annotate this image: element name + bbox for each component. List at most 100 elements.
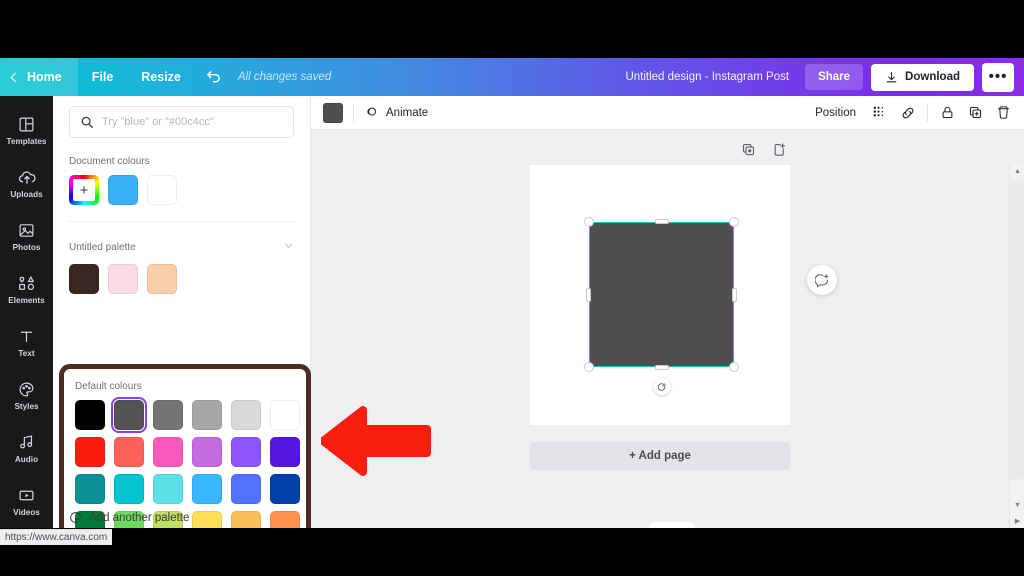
default-colour-swatch[interactable] — [153, 437, 183, 467]
resize-handle-bottom[interactable] — [654, 365, 669, 370]
add-colour-button[interactable]: + — [69, 175, 99, 205]
default-colour-swatch[interactable] — [231, 400, 261, 430]
text-icon — [17, 327, 36, 346]
resize-handle-top[interactable] — [654, 219, 669, 224]
add-comment-button[interactable] — [807, 265, 837, 295]
resize-handle-top-left[interactable] — [584, 217, 594, 227]
default-colour-swatch[interactable] — [192, 511, 222, 528]
sidebar-item-label: Photos — [12, 243, 41, 252]
add-another-palette-label: Add another palette — [89, 511, 190, 524]
default-colour-swatch[interactable] — [192, 437, 222, 467]
download-icon — [886, 71, 897, 82]
sidebar-item-label: Templates — [6, 137, 47, 146]
default-colour-swatch[interactable] — [270, 437, 300, 467]
chevron-down-icon[interactable] — [283, 238, 294, 256]
sidebar-item-templates[interactable]: Templates — [0, 104, 53, 157]
resize-handle-left[interactable] — [586, 287, 591, 302]
rotate-icon — [657, 382, 666, 391]
sidebar-item-text[interactable]: Text — [0, 316, 53, 369]
more-options-button[interactable]: ••• — [982, 62, 1014, 92]
default-colour-swatch[interactable] — [192, 474, 222, 504]
default-colour-swatch[interactable] — [231, 511, 261, 528]
sidebar-item-audio[interactable]: Audio — [0, 422, 53, 475]
document-colour-swatch[interactable] — [108, 175, 138, 205]
file-menu[interactable]: File — [78, 58, 128, 96]
search-area: Try "blue" or "#00c4cc" — [53, 106, 310, 138]
rotate-handle[interactable] — [653, 378, 670, 395]
sidebar-item-uploads[interactable]: Uploads — [0, 157, 53, 210]
photos-icon — [17, 221, 36, 240]
sidebar-item-photos[interactable]: Photos — [0, 210, 53, 263]
home-button[interactable]: Home — [0, 58, 78, 96]
add-colour-label: + — [73, 179, 95, 201]
design-page[interactable] — [530, 165, 790, 425]
scrollbar-thumb[interactable] — [1011, 179, 1024, 479]
download-button[interactable]: Download — [871, 63, 974, 91]
chevron-left-icon — [10, 72, 21, 82]
save-status-label: All changes saved — [237, 71, 332, 83]
add-comment-icon — [814, 273, 828, 287]
trash-icon[interactable] — [995, 104, 1012, 121]
search-input[interactable]: Try "blue" or "#00c4cc" — [69, 106, 294, 138]
default-colour-swatch[interactable] — [153, 474, 183, 504]
resize-handle-bottom-right[interactable] — [729, 362, 739, 372]
resize-handle-right[interactable] — [732, 287, 737, 302]
editor-area: Animate Position + Add page ▲ ▼ ▶ — [311, 96, 1024, 528]
uploads-icon — [17, 168, 36, 187]
canvas-toolbar-right: Position — [815, 103, 1012, 122]
duplicate-icon[interactable] — [967, 104, 984, 121]
share-button[interactable]: Share — [805, 64, 864, 90]
add-another-palette-button[interactable]: Add another palette — [69, 511, 189, 524]
default-colour-swatch[interactable] — [231, 437, 261, 467]
add-page-icon[interactable] — [772, 142, 787, 157]
sidebar-item-label: Uploads — [10, 190, 43, 199]
default-colour-swatch[interactable] — [192, 400, 222, 430]
default-colour-swatch[interactable] — [75, 474, 105, 504]
styles-icon — [17, 380, 36, 399]
default-colour-swatch[interactable] — [270, 400, 300, 430]
scroll-up-arrow[interactable]: ▲ — [1010, 164, 1024, 179]
default-colour-swatch[interactable] — [75, 400, 105, 430]
default-colour-swatch[interactable] — [153, 400, 183, 430]
position-button[interactable]: Position — [815, 107, 860, 119]
duplicate-page-icon[interactable] — [741, 142, 756, 157]
sidebar-item-videos[interactable]: Videos — [0, 475, 53, 528]
sidebar-item-elements[interactable]: Elements — [0, 263, 53, 316]
canvas-vertical-scrollbar[interactable]: ▲ ▼ ▶ — [1009, 164, 1024, 528]
link-icon[interactable] — [899, 104, 916, 121]
panel-collapse-handle[interactable] — [648, 522, 696, 528]
download-button-label: Download — [905, 71, 960, 83]
default-colour-swatch-selected[interactable] — [111, 397, 147, 433]
animate-button[interactable]: Animate — [364, 105, 428, 120]
audio-icon — [17, 433, 36, 452]
default-colour-swatch[interactable] — [231, 474, 261, 504]
resize-button[interactable]: Resize — [127, 58, 195, 96]
default-colour-swatch[interactable] — [270, 511, 300, 528]
default-colour-swatch[interactable] — [270, 474, 300, 504]
sidebar-item-label: Videos — [13, 508, 40, 517]
lock-icon[interactable] — [939, 104, 956, 121]
search-placeholder: Try "blue" or "#00c4cc" — [102, 116, 214, 128]
palette-plus-icon — [70, 512, 81, 523]
palette-colour-swatch[interactable] — [69, 264, 99, 294]
default-colour-swatch[interactable] — [75, 437, 105, 467]
videos-icon — [17, 486, 36, 505]
palette-colour-swatch[interactable] — [147, 264, 177, 294]
resize-handle-top-right[interactable] — [729, 217, 739, 227]
default-colour-swatch[interactable] — [114, 437, 144, 467]
sidebar-item-label: Audio — [14, 455, 39, 464]
sidebar-item-styles[interactable]: Styles — [0, 369, 53, 422]
add-page-button[interactable]: + Add page — [530, 442, 790, 470]
undo-icon[interactable] — [195, 69, 232, 86]
scroll-right-arrow[interactable]: ▶ — [1010, 513, 1024, 528]
transparency-icon[interactable] — [871, 104, 888, 121]
resize-handle-bottom-left[interactable] — [584, 362, 594, 372]
default-colour-swatch[interactable] — [114, 474, 144, 504]
object-colour-button[interactable] — [323, 102, 343, 123]
selected-rectangle[interactable] — [584, 217, 739, 395]
document-colour-swatch[interactable] — [147, 175, 177, 205]
scroll-down-arrow[interactable]: ▼ — [1010, 498, 1024, 513]
palette-colour-swatch[interactable] — [108, 264, 138, 294]
default-colours-highlight-box: Default colours — [59, 364, 311, 528]
header-actions: Untitled design - Instagram Post Share D… — [625, 62, 1024, 92]
